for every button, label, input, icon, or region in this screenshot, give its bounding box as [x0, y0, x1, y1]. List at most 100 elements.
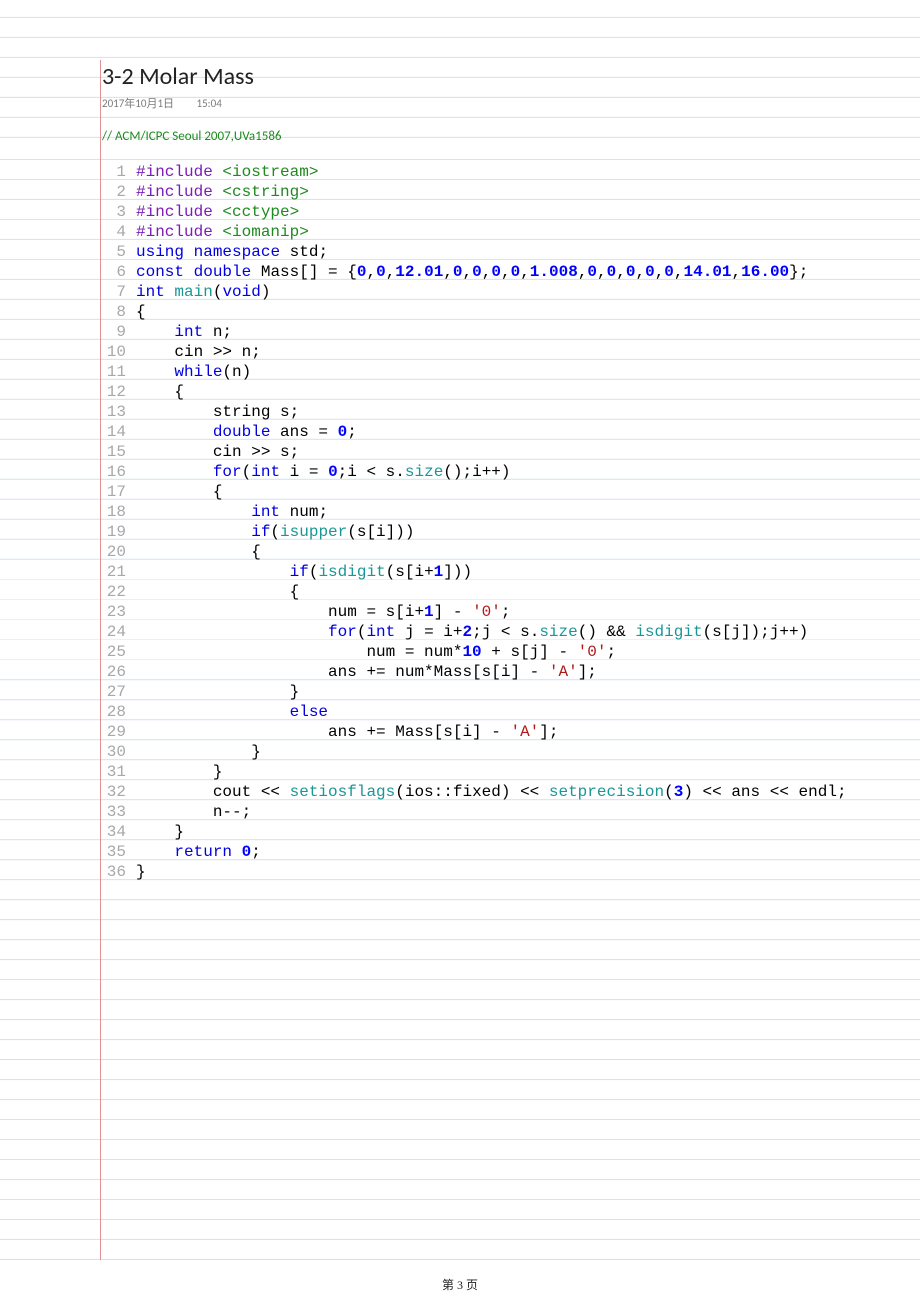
code-line: 28 else [102, 702, 920, 722]
code-token: setprecision [549, 783, 664, 801]
code-token: { [136, 483, 222, 501]
code-token: ; [347, 423, 357, 441]
code-token: ( [242, 463, 252, 481]
note-meta: 2017年10月1日 15:04 [102, 95, 920, 111]
code-line: 4#include <iomanip> [102, 222, 920, 242]
line-number: 18 [102, 502, 136, 522]
code-token: isupper [280, 523, 347, 541]
code-token [184, 243, 194, 261]
line-number: 32 [102, 782, 136, 802]
code-token: ]; [578, 663, 597, 681]
code-token: ans += num*Mass[s[i] - [136, 663, 549, 681]
code-token: ; [606, 643, 616, 661]
code-token: namespace [194, 243, 280, 261]
code-token: } [136, 823, 184, 841]
code-line: 23 num = s[i+1] - '0'; [102, 602, 920, 622]
code-token: '0' [578, 643, 607, 661]
code-token: 0 [242, 843, 252, 861]
line-number: 30 [102, 742, 136, 762]
code-token: 'A' [549, 663, 578, 681]
code-token: { [136, 383, 184, 401]
code-token: 1 [424, 603, 434, 621]
page-footer: 第 3 页 [0, 1276, 920, 1293]
line-number: 4 [102, 222, 136, 242]
line-number: 29 [102, 722, 136, 742]
code-token: cout << [136, 783, 290, 801]
code-token: #include [136, 163, 222, 181]
line-number: 9 [102, 322, 136, 342]
code-token: } [136, 683, 299, 701]
code-token: ( [664, 783, 674, 801]
code-token: isdigit [635, 623, 702, 641]
code-token: 0 [338, 423, 348, 441]
code-token: 14.01 [684, 263, 732, 281]
code-line: 14 double ans = 0; [102, 422, 920, 442]
code-line: 33 n--; [102, 802, 920, 822]
code-token [136, 503, 251, 521]
note-page: 3-2 Molar Mass 2017年10月1日 15:04 // ACM/I… [0, 0, 920, 882]
code-token: }; [789, 263, 808, 281]
code-line: 30 } [102, 742, 920, 762]
code-line: 9 int n; [102, 322, 920, 342]
code-token: , [674, 263, 684, 281]
code-token: 12.01 [395, 263, 443, 281]
code-token: 0 [376, 263, 386, 281]
code-token: size [405, 463, 443, 481]
code-token: <iostream> [222, 163, 318, 181]
code-token: ();i++) [443, 463, 510, 481]
code-token: void [222, 283, 260, 301]
code-line: 32 cout << setiosflags(ios::fixed) << se… [102, 782, 920, 802]
code-token: ;j < s. [472, 623, 539, 641]
code-token [136, 363, 174, 381]
code-token: { [136, 583, 299, 601]
code-token: ]; [539, 723, 558, 741]
code-token: <iomanip> [222, 223, 308, 241]
code-token: , [732, 263, 742, 281]
code-line: 36} [102, 862, 920, 882]
code-token: i = [280, 463, 328, 481]
code-token: ; [251, 843, 261, 861]
code-token: for [328, 623, 357, 641]
code-token: #include [136, 203, 222, 221]
code-token: 0 [645, 263, 655, 281]
code-token: num; [280, 503, 328, 521]
code-token: , [482, 263, 492, 281]
code-token: #include [136, 223, 222, 241]
code-token: 0 [511, 263, 521, 281]
line-number: 31 [102, 762, 136, 782]
code-token: 0 [664, 263, 674, 281]
code-token: 2 [462, 623, 472, 641]
code-token: cin >> n; [136, 343, 261, 361]
code-line: 13 string s; [102, 402, 920, 422]
code-token: (ios::fixed) << [395, 783, 549, 801]
source-comment: // ACM/ICPC Seoul 2007,UVa1586 [102, 129, 920, 144]
code-token: , [655, 263, 665, 281]
line-number: 34 [102, 822, 136, 842]
code-token: int [366, 623, 395, 641]
code-line: 26 ans += num*Mass[s[i] - 'A']; [102, 662, 920, 682]
line-number: 1 [102, 162, 136, 182]
line-number: 22 [102, 582, 136, 602]
code-token: double [213, 423, 271, 441]
code-token: , [635, 263, 645, 281]
code-token: ( [357, 623, 367, 641]
code-line: 31 } [102, 762, 920, 782]
code-token: Mass[] = { [251, 263, 357, 281]
code-token: while [174, 363, 222, 381]
code-block: 1#include <iostream>2#include <cstring>3… [102, 162, 920, 882]
code-token: () && [578, 623, 636, 641]
line-number: 36 [102, 862, 136, 882]
code-line: 20 { [102, 542, 920, 562]
code-token: (n) [222, 363, 251, 381]
line-number: 7 [102, 282, 136, 302]
code-line: 24 for(int j = i+2;j < s.size() && isdig… [102, 622, 920, 642]
code-token: <cctype> [222, 203, 299, 221]
line-number: 33 [102, 802, 136, 822]
code-token: 1 [434, 563, 444, 581]
code-line: 1#include <iostream> [102, 162, 920, 182]
code-token: using [136, 243, 184, 261]
code-token: else [290, 703, 328, 721]
code-token: n; [203, 323, 232, 341]
code-token: string s; [136, 403, 299, 421]
code-line: 2#include <cstring> [102, 182, 920, 202]
